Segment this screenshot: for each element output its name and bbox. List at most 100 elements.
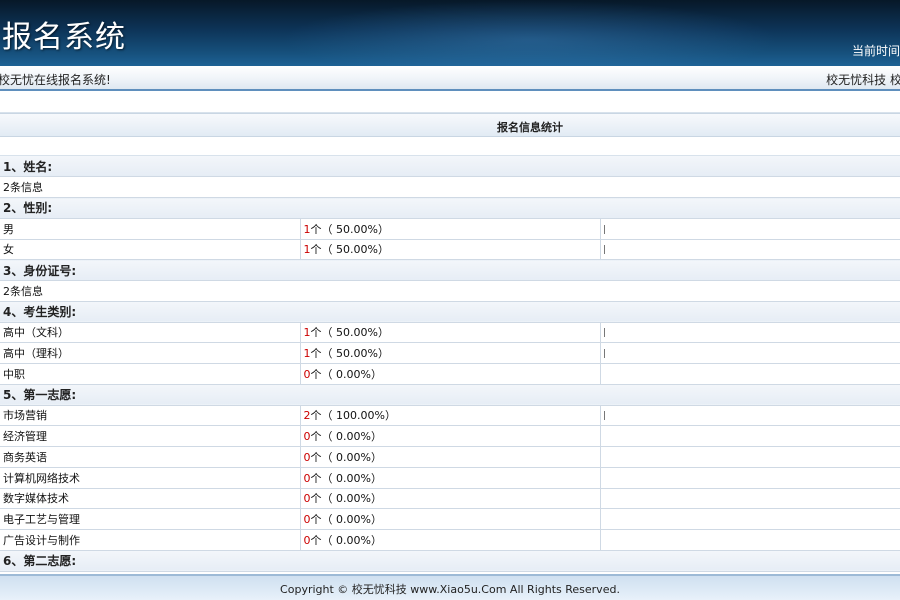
option-row: 高中（理科） 1个（ 50.00%） (0, 342, 900, 364)
option-percent: 个（ 50.00%） (310, 347, 389, 361)
option-bar-cell (600, 529, 900, 551)
question-row: 4、考生类别: (0, 301, 900, 323)
option-stat: 1个（ 50.00%） (300, 342, 601, 364)
option-name: 电子工艺与管理 (0, 508, 301, 530)
percentage-bar (603, 245, 605, 255)
option-bar-cell (600, 405, 900, 427)
option-bar-cell (600, 363, 900, 385)
percentage-bar (603, 411, 605, 421)
option-bar-cell (600, 508, 900, 530)
option-stat: 1个（ 50.00%） (300, 239, 601, 261)
question-row: 5、第一志愿: (0, 384, 900, 406)
option-count: 1 (303, 347, 311, 361)
option-count: 2 (303, 409, 311, 423)
option-row: 计算机网络技术 0个（ 0.00%） (0, 467, 900, 489)
option-bar-cell (600, 446, 900, 468)
option-count: 0 (303, 430, 311, 444)
percentage-bar (603, 224, 605, 234)
welcome-bar: 校无忧在线报名系统! 校无忧科技 校 (0, 66, 900, 91)
question-row: 3、身份证号: (0, 259, 900, 281)
option-percent: 个（ 0.00%） (310, 367, 382, 381)
option-name: 高中（理科） (0, 342, 301, 364)
option-stat: 0个（ 0.00%） (300, 488, 601, 510)
banner-glow (280, 0, 780, 66)
option-row: 商务英语 0个（ 0.00%） (0, 446, 900, 468)
spacer-row (0, 93, 900, 113)
option-count: 1 (303, 326, 311, 340)
option-name: 市场营销 (0, 405, 301, 427)
option-row: 数字媒体技术 0个（ 0.00%） (0, 488, 900, 510)
option-name: 高中（文科） (0, 322, 301, 344)
brand-text: 校无忧科技 校 (826, 73, 900, 87)
option-stat: 0个（ 0.00%） (300, 467, 601, 489)
option-row: 女 1个（ 50.00%） (0, 239, 900, 261)
question-label: 4、考生类别: (0, 301, 900, 323)
option-count: 1 (303, 222, 311, 236)
section-title: 报名信息统计 (497, 121, 563, 134)
option-name: 女 (0, 239, 301, 261)
option-percent: 个（ 0.00%） (310, 533, 382, 547)
option-count: 1 (303, 243, 311, 257)
option-stat: 2个（ 100.00%） (300, 405, 601, 427)
option-bar-cell (600, 425, 900, 447)
question-row: 6、第二志愿: (0, 550, 900, 572)
option-percent: 个（ 0.00%） (310, 471, 382, 485)
option-count: 0 (303, 450, 311, 464)
option-stat: 0个（ 0.00%） (300, 508, 601, 530)
percentage-bar (603, 328, 605, 338)
summary-text: 2条信息 (0, 176, 900, 198)
option-percent: 个（ 0.00%） (310, 492, 382, 506)
percentage-bar (603, 349, 605, 359)
welcome-text: 校无忧在线报名系统! (0, 73, 111, 87)
stats-table: 1、姓名: 2条信息 2、性别: 男 1个（ 50.00%）女 1个（ 50.00%） 3、… (0, 156, 900, 572)
option-stat: 1个（ 50.00%） (300, 322, 601, 344)
question-label: 3、身份证号: (0, 259, 900, 281)
option-count: 0 (303, 367, 311, 381)
option-row: 男 1个（ 50.00%） (0, 218, 900, 240)
question-row: 1、姓名: (0, 156, 900, 178)
question-label: 6、第二志愿: (0, 550, 900, 572)
option-row: 电子工艺与管理 0个（ 0.00%） (0, 508, 900, 530)
option-row: 广告设计与制作 0个（ 0.00%） (0, 529, 900, 551)
option-stat: 0个（ 0.00%） (300, 425, 601, 447)
option-bar-cell (600, 218, 900, 240)
option-percent: 个（ 100.00%） (310, 409, 396, 423)
option-name: 计算机网络技术 (0, 467, 301, 489)
footer: Copyright © 校无忧科技 www.Xiao5u.Com All Rig… (0, 574, 900, 600)
option-count: 0 (303, 533, 311, 547)
section-header: 报名信息统计 (0, 113, 900, 137)
option-row: 中职 0个（ 0.00%） (0, 363, 900, 385)
option-bar-cell (600, 239, 900, 261)
option-percent: 个（ 0.00%） (310, 513, 382, 527)
question-label: 1、姓名: (0, 156, 900, 178)
option-row: 经济管理 0个（ 0.00%） (0, 425, 900, 447)
summary-row: 2条信息 (0, 176, 900, 198)
option-bar-cell (600, 322, 900, 344)
option-row: 高中（文科） 1个（ 50.00%） (0, 322, 900, 344)
option-name: 广告设计与制作 (0, 529, 301, 551)
option-stat: 1个（ 50.00%） (300, 218, 601, 240)
option-stat: 0个（ 0.00%） (300, 446, 601, 468)
option-name: 男 (0, 218, 301, 240)
header-banner: 报名系统 当前时间 (0, 0, 900, 66)
option-count: 0 (303, 492, 311, 506)
option-row: 市场营销 2个（ 100.00%） (0, 405, 900, 427)
option-percent: 个（ 50.00%） (310, 222, 389, 236)
option-name: 商务英语 (0, 446, 301, 468)
option-name: 经济管理 (0, 425, 301, 447)
option-count: 0 (303, 513, 311, 527)
option-percent: 个（ 50.00%） (310, 243, 389, 257)
option-bar-cell (600, 488, 900, 510)
question-label: 2、性别: (0, 197, 900, 219)
spacer-row (0, 137, 900, 156)
option-bar-cell (600, 342, 900, 364)
site-title: 报名系统 (2, 20, 126, 55)
option-stat: 0个（ 0.00%） (300, 363, 601, 385)
option-percent: 个（ 0.00%） (310, 450, 382, 464)
question-label: 5、第一志愿: (0, 384, 900, 406)
option-stat: 0个（ 0.00%） (300, 529, 601, 551)
summary-text: 2条信息 (0, 280, 900, 302)
option-name: 中职 (0, 363, 301, 385)
summary-row: 2条信息 (0, 280, 900, 302)
current-time-label: 当前时间 (851, 44, 900, 58)
